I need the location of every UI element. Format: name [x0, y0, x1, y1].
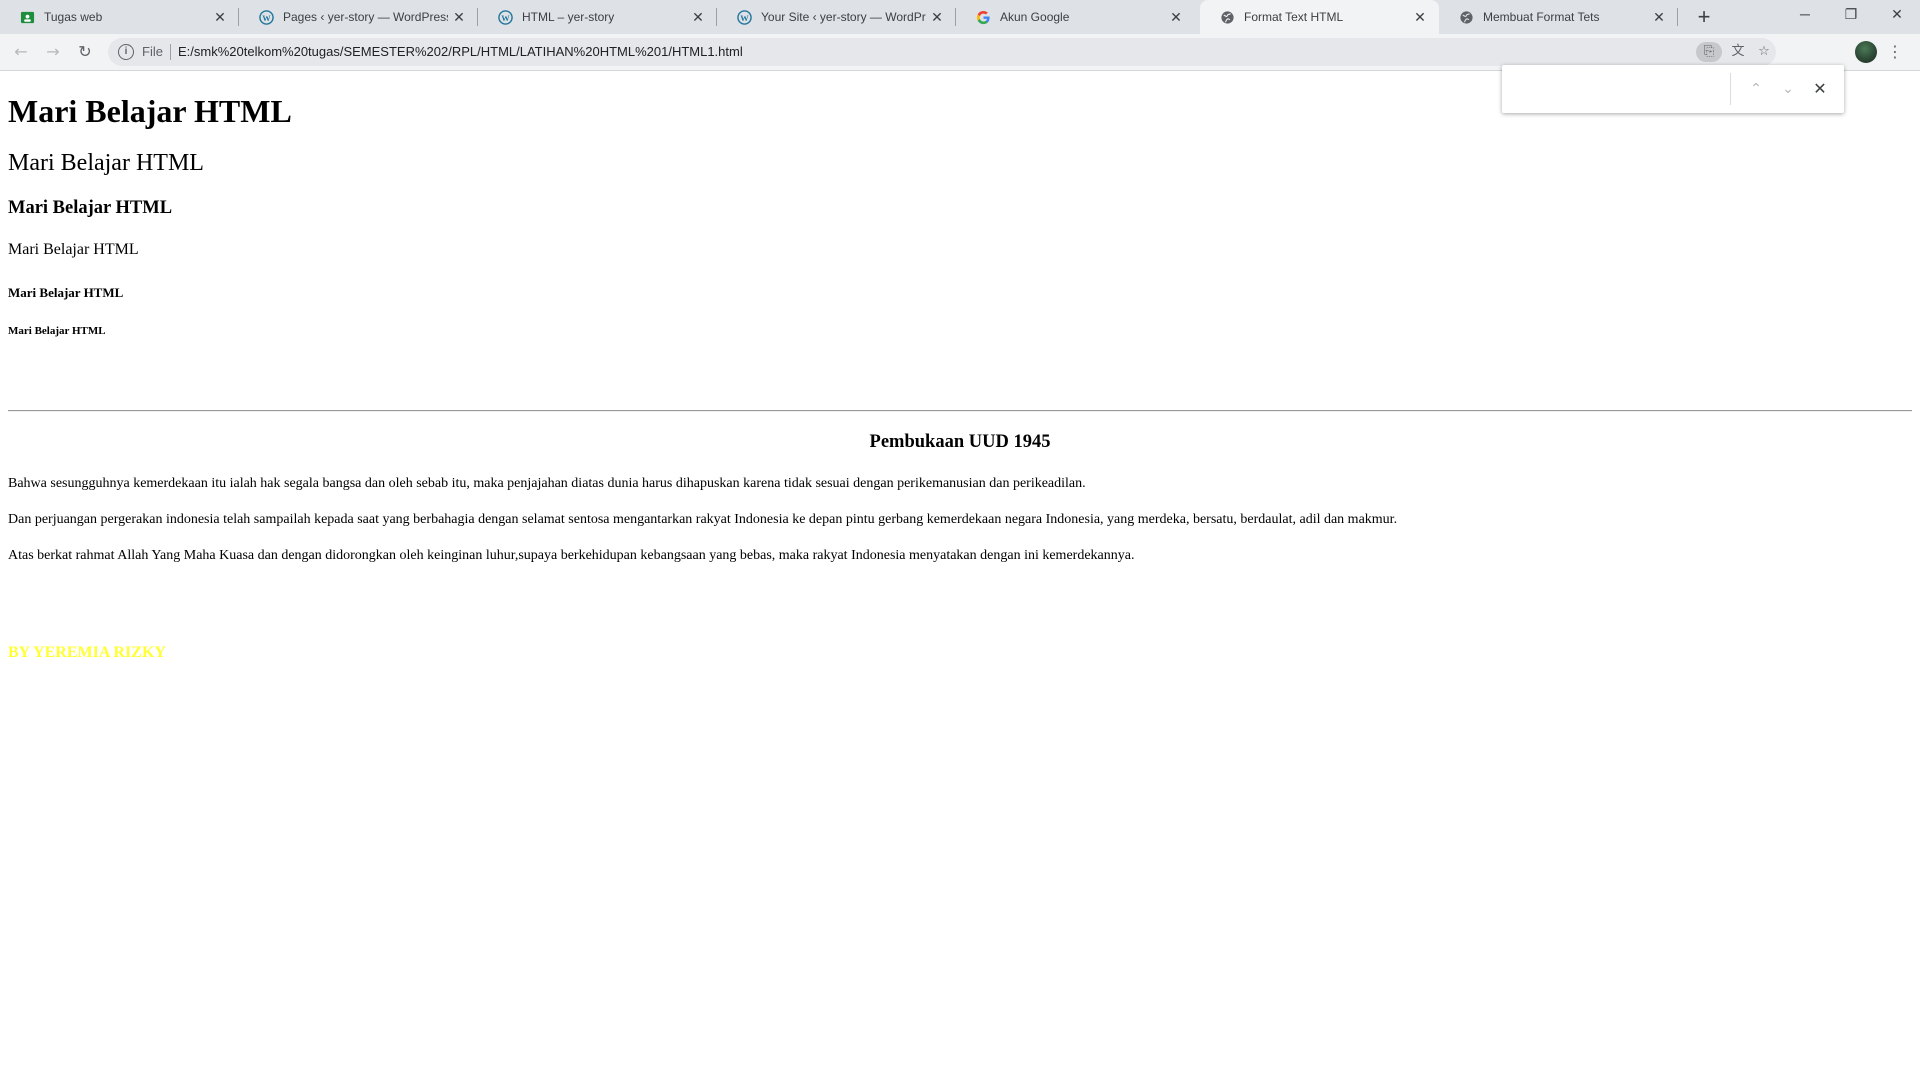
tab-tugas-web[interactable]: Tugas web ✕: [0, 0, 239, 34]
tab-title: Format Text HTML: [1244, 10, 1344, 24]
tab-title: Your Site ‹ yer-story — WordPres: [761, 10, 926, 24]
star-icon[interactable]: ☆: [1754, 42, 1774, 62]
close-icon[interactable]: ✕: [1650, 8, 1668, 26]
avatar[interactable]: [1855, 41, 1877, 63]
close-icon[interactable]: ✕: [1808, 77, 1832, 101]
heading-6: Mari Belajar HTML: [8, 325, 106, 337]
find-input[interactable]: [1512, 75, 1726, 103]
paragraph: Dan perjuangan pergerakan indonesia tela…: [8, 512, 1398, 527]
paragraph: Bahwa sesungguhnya kemerdekaan itu ialah…: [8, 476, 1086, 491]
minimize-button[interactable]: ─: [1782, 0, 1828, 30]
heading-5: Mari Belajar HTML: [8, 285, 124, 300]
tab-title: HTML – yer-story: [522, 10, 615, 24]
classroom-icon: [20, 11, 35, 24]
globe-icon: [1460, 11, 1473, 24]
tab-title: Akun Google: [1000, 10, 1070, 24]
tab-separator: [1677, 8, 1678, 26]
tab-title: Tugas web: [44, 10, 103, 24]
author-credit: BY YEREMIA RIZKY: [8, 644, 166, 661]
new-tab-button[interactable]: +: [1692, 5, 1716, 29]
close-icon[interactable]: ✕: [211, 8, 229, 26]
chevron-down-icon[interactable]: ⌄: [1776, 77, 1800, 101]
find-bar: ⌃ ⌄ ✕: [1502, 65, 1844, 113]
close-icon[interactable]: ✕: [928, 8, 946, 26]
url-text[interactable]: E:/smk%20telkom%20tugas/SEMESTER%202/RPL…: [178, 44, 743, 59]
tab-format-text-html[interactable]: Format Text HTML ✕: [1200, 0, 1439, 34]
heading-1: Mari Belajar HTML: [8, 93, 292, 129]
horizontal-rule: [8, 410, 1912, 412]
forward-button[interactable]: →: [42, 41, 64, 63]
close-icon[interactable]: ✕: [450, 8, 468, 26]
chevron-up-icon[interactable]: ⌃: [1744, 77, 1768, 101]
tab-strip: Tugas web ✕ W Pages ‹ yer-story — WordPr…: [0, 0, 1920, 34]
address-divider: [170, 44, 171, 60]
svg-text:W: W: [501, 13, 510, 23]
globe-icon: [1221, 11, 1234, 24]
close-window-button[interactable]: ✕: [1874, 0, 1920, 30]
wordpress-icon: W: [259, 10, 274, 25]
tab-html-yer-story[interactable]: W HTML – yer-story ✕: [478, 0, 717, 34]
close-icon[interactable]: ✕: [689, 8, 707, 26]
find-divider: [1730, 73, 1731, 105]
google-icon: [976, 10, 990, 25]
tab-your-site[interactable]: W Your Site ‹ yer-story — WordPres ✕: [717, 0, 956, 34]
scheme-label: File: [142, 44, 163, 59]
heading-2: Mari Belajar HTML: [8, 150, 204, 176]
tab-title: Membuat Format Tets: [1483, 10, 1600, 24]
heading-4: Mari Belajar HTML: [8, 241, 139, 258]
close-icon[interactable]: ✕: [1411, 8, 1429, 26]
reload-button[interactable]: ↻: [74, 41, 96, 63]
translate-icon[interactable]: 文: [1728, 42, 1748, 62]
tab-pages-wordpress[interactable]: W Pages ‹ yer-story — WordPress.c ✕: [239, 0, 478, 34]
page-search-icon[interactable]: ⎘: [1696, 42, 1722, 62]
svg-text:W: W: [740, 13, 749, 23]
tab-akun-google[interactable]: Akun Google ✕: [956, 0, 1195, 34]
tab-membuat-format[interactable]: Membuat Format Tets ✕: [1439, 0, 1678, 34]
address-bar[interactable]: i File E:/smk%20telkom%20tugas/SEMESTER%…: [108, 38, 1776, 66]
info-icon[interactable]: i: [118, 44, 134, 60]
section-title: Pembukaan UUD 1945: [869, 432, 1051, 452]
menu-icon[interactable]: ⋮: [1886, 41, 1904, 63]
wordpress-icon: W: [498, 10, 513, 25]
svg-text:W: W: [262, 13, 271, 23]
wordpress-icon: W: [737, 10, 752, 25]
tab-title: Pages ‹ yer-story — WordPress.c: [283, 10, 448, 24]
restore-button[interactable]: ❐: [1828, 0, 1874, 30]
back-button[interactable]: ←: [10, 41, 32, 63]
paragraph: Atas berkat rahmat Allah Yang Maha Kuasa…: [8, 548, 1135, 563]
close-icon[interactable]: ✕: [1167, 8, 1185, 26]
heading-3: Mari Belajar HTML: [8, 198, 173, 218]
